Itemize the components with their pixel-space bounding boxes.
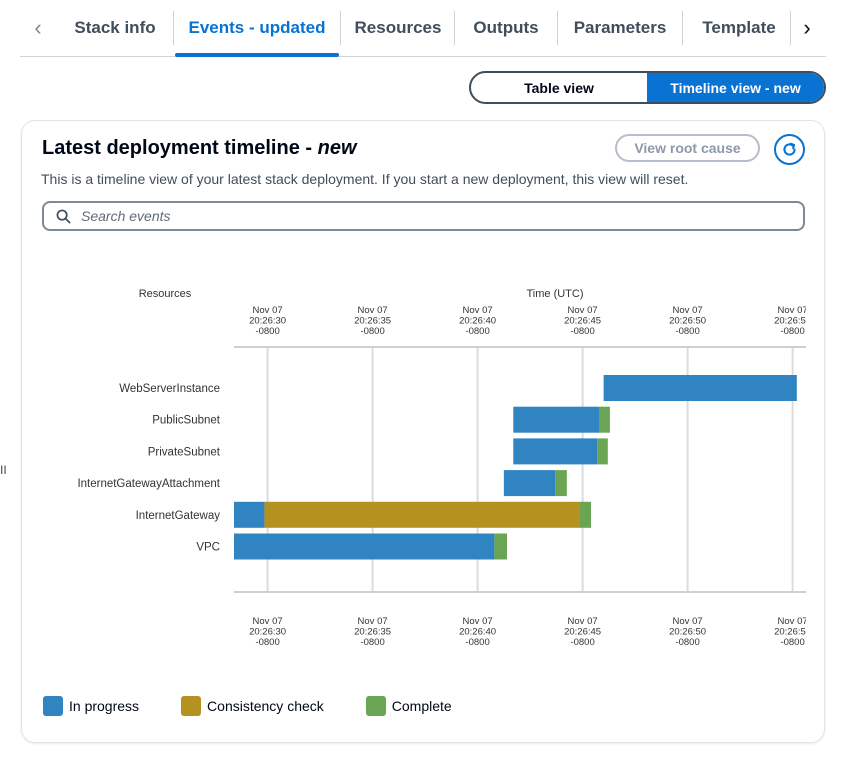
tick-label-text: -0800 xyxy=(465,637,489,648)
tick-label-top: Nov 0720:26:50-0800 xyxy=(669,305,706,337)
tick-label-text: 20:26:30 xyxy=(249,627,286,638)
tick-label-bottom: Nov 0720:26:30-0800 xyxy=(249,616,286,648)
tick-label-text: Nov 07 xyxy=(778,305,808,316)
tick-label-top: Nov 0720:26:45-0800 xyxy=(564,305,601,337)
timeline-panel: Latest deployment timeline - new This is… xyxy=(21,120,825,743)
tick-label-text: Nov 07 xyxy=(463,616,493,627)
tick-label-text: Nov 07 xyxy=(568,305,598,316)
tick-label-text: -0800 xyxy=(675,637,699,648)
view-toggle: Table view Timeline view - new xyxy=(469,71,826,104)
tick-label-text: -0800 xyxy=(780,326,804,337)
resource-label: InternetGatewayAttachment xyxy=(77,478,220,490)
tick-label-top: Nov 0720:26:40-0800 xyxy=(459,305,496,337)
chevron-left-icon[interactable]: ‹ xyxy=(23,10,53,46)
tick-label-text: Nov 07 xyxy=(568,616,598,627)
tick-label-text: 20:26:40 xyxy=(459,316,496,327)
bar-segment-in-progress xyxy=(234,533,495,560)
resource-label: WebServerInstance xyxy=(119,383,220,395)
resource-label: PrivateSubnet xyxy=(148,446,221,458)
tick-label-bottom: Nov 0720:26:55-0800 xyxy=(774,616,811,648)
table-view-button[interactable]: Table view xyxy=(471,73,647,102)
bar-segment-complete xyxy=(597,438,608,465)
bar-segment-complete xyxy=(579,501,591,528)
tick-label-text: 20:26:35 xyxy=(354,316,391,327)
timeline-chart: Resources Time (UTC)Nov 0720:26:30-0800No… xyxy=(77,288,811,648)
tick-label-text: 20:26:55 xyxy=(774,627,811,638)
tick-label-text: 20:26:50 xyxy=(669,627,706,638)
tick-label-text: -0800 xyxy=(255,326,279,337)
tick-label-text: Nov 07 xyxy=(463,305,493,316)
tab-parameters[interactable]: Parameters xyxy=(560,0,680,56)
bar-segment-consistency-check xyxy=(264,501,580,528)
tab-divider xyxy=(557,11,558,45)
edge-marker: II xyxy=(0,463,7,477)
resources-header: Resources xyxy=(139,288,192,300)
bar-segment-in-progress xyxy=(603,375,797,401)
legend-swatch-complete xyxy=(365,696,386,716)
tick-label-text: Nov 07 xyxy=(358,305,388,316)
tab-stack-info[interactable]: Stack info xyxy=(60,0,170,56)
legend-item-complete: Complete xyxy=(365,696,452,716)
tab-events-updated[interactable]: Events - updated xyxy=(175,0,339,57)
tick-label-text: 20:26:45 xyxy=(564,627,601,638)
tick-label-top: Nov 0720:26:35-0800 xyxy=(354,305,391,337)
legend-item-in-progress: In progress xyxy=(43,696,139,716)
resource-label: PublicSubnet xyxy=(152,415,221,427)
tick-label-text: Nov 07 xyxy=(778,616,808,627)
bar-segment-in-progress xyxy=(503,470,556,497)
tab-outputs[interactable]: Outputs xyxy=(457,0,555,56)
tick-label-text: -0800 xyxy=(780,637,804,648)
tick-label-text: Nov 07 xyxy=(253,305,283,316)
tab-divider xyxy=(340,11,341,45)
tab-divider xyxy=(790,11,791,45)
tick-label-text: -0800 xyxy=(465,326,489,337)
tick-label-text: Nov 07 xyxy=(253,616,283,627)
tick-label-top: Nov 0720:26:55-0800 xyxy=(774,305,811,337)
tick-label-text: -0800 xyxy=(360,637,384,648)
tick-label-text: 20:26:35 xyxy=(354,627,391,638)
bar-segment-complete xyxy=(599,406,610,433)
legend-label: Complete xyxy=(391,698,452,714)
tick-label-text: -0800 xyxy=(570,637,594,648)
bar-segment-in-progress xyxy=(513,438,598,465)
bar-segment-in-progress xyxy=(513,406,600,433)
tick-label-text: -0800 xyxy=(255,637,279,648)
legend-label: Consistency check xyxy=(207,698,324,714)
tick-label-text: 20:26:40 xyxy=(459,627,496,638)
chart-legend: In progress Consistency check Complete xyxy=(43,696,494,716)
tick-label-text: -0800 xyxy=(675,326,699,337)
tab-bar: ‹ Stack info Events - updated Resources … xyxy=(20,0,826,57)
tick-label-top: Nov 0720:26:30-0800 xyxy=(249,305,286,337)
bar-segment-complete xyxy=(555,470,567,497)
tick-label-bottom: Nov 0720:26:40-0800 xyxy=(459,616,496,648)
legend-swatch-in-progress xyxy=(43,696,63,716)
chevron-right-icon[interactable]: › xyxy=(792,10,822,46)
bar-segment-complete xyxy=(494,533,507,560)
legend-swatch-consistency-check xyxy=(181,696,202,716)
tab-divider xyxy=(173,11,174,45)
tick-label-text: -0800 xyxy=(570,326,594,337)
bar-segment-in-progress xyxy=(234,501,265,528)
tick-label-bottom: Nov 0720:26:35-0800 xyxy=(354,616,391,648)
tab-template[interactable]: Template xyxy=(687,0,791,56)
tick-label-text: 20:26:55 xyxy=(774,316,811,327)
timeline-view-button[interactable]: Timeline view - new xyxy=(647,73,824,102)
tick-label-text: 20:26:50 xyxy=(669,316,706,327)
tick-label-text: -0800 xyxy=(360,326,384,337)
tab-resources[interactable]: Resources xyxy=(343,0,453,56)
legend-label: In progress xyxy=(69,698,140,714)
tick-label-bottom: Nov 0720:26:45-0800 xyxy=(564,616,601,648)
tick-label-text: 20:26:30 xyxy=(249,316,286,327)
resource-label: InternetGateway xyxy=(136,510,221,522)
tick-label-text: Nov 07 xyxy=(673,305,703,316)
tick-label-text: Nov 07 xyxy=(358,616,388,627)
resource-label: VPC xyxy=(196,542,220,554)
legend-item-consistency-check: Consistency check xyxy=(181,696,324,716)
tick-label-text: 20:26:45 xyxy=(564,316,601,327)
time-axis-title: Time (UTC) xyxy=(526,288,583,300)
tab-divider xyxy=(454,11,455,45)
tick-label-text: Nov 07 xyxy=(673,616,703,627)
tick-label-bottom: Nov 0720:26:50-0800 xyxy=(669,616,706,648)
tab-divider xyxy=(682,11,683,45)
